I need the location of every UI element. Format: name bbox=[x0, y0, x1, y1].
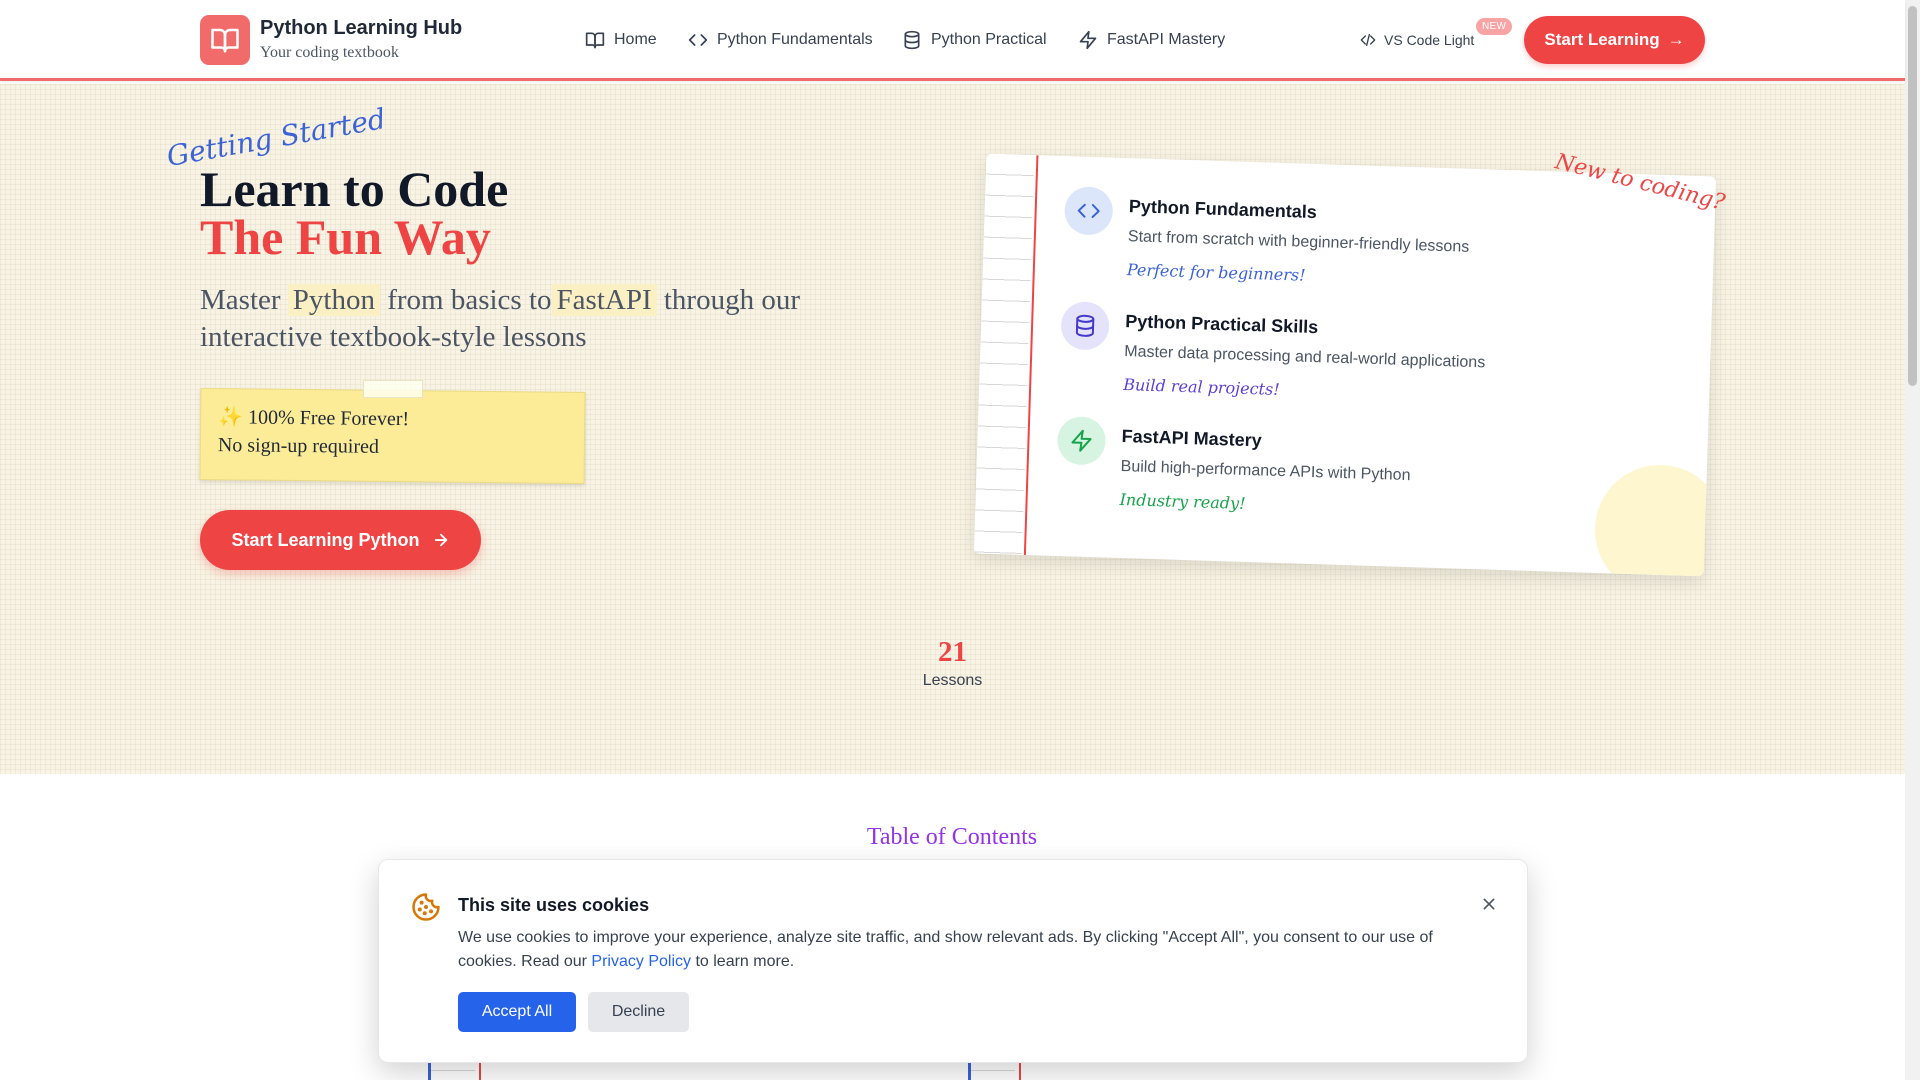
track-tag: Build real projects! bbox=[1122, 375, 1280, 399]
lessons-label: Lessons bbox=[922, 672, 983, 689]
brand-title[interactable]: Python Learning Hub bbox=[260, 17, 462, 40]
subtitle-text: Master bbox=[200, 284, 281, 316]
start-learning-python-label: Start Learning Python bbox=[231, 529, 420, 550]
theme-toggle[interactable]: VS Code Light bbox=[1360, 30, 1474, 50]
start-learning-label: Start Learning bbox=[1544, 30, 1660, 49]
nav-python-practical-label: Python Practical bbox=[931, 31, 1047, 48]
nav-fastapi-mastery-label: FastAPI Mastery bbox=[1107, 31, 1226, 48]
hero-subtitle: Master Python from basics to FastAPI thro… bbox=[200, 282, 860, 356]
lightning-icon bbox=[1079, 30, 1097, 50]
arrow-right-icon: → bbox=[1667, 30, 1685, 49]
brand-subtitle: Your coding textbook bbox=[260, 44, 399, 61]
nav-home[interactable]: Home bbox=[585, 28, 657, 52]
track-description: Build high-performance APIs with Python bbox=[1120, 458, 1411, 485]
cookie-title: This site uses cookies bbox=[458, 895, 650, 915]
tracks-notebook-card: Python Fundamentals Start from scratch w… bbox=[973, 153, 1717, 577]
sticky-line-signup: No sign-up required bbox=[217, 434, 380, 458]
hero-title-accent: The Fun Way bbox=[200, 209, 491, 265]
lessons-count: 21 bbox=[938, 636, 967, 668]
cookie-message: We use cookies to improve your experienc… bbox=[458, 926, 1468, 974]
nav-python-practical[interactable]: Python Practical bbox=[902, 28, 1047, 52]
track-description: Start from scratch with beginner-friendl… bbox=[1127, 228, 1470, 256]
toc-title: Table of Contents bbox=[866, 824, 1038, 850]
track-tag: Perfect for beginners! bbox=[1126, 260, 1306, 285]
track-title: Python Practical Skills bbox=[1124, 311, 1319, 338]
track-title: FastAPI Mastery bbox=[1121, 426, 1262, 451]
code-icon bbox=[1360, 34, 1376, 46]
book-icon bbox=[585, 32, 605, 49]
accept-all-button[interactable]: Accept All bbox=[458, 992, 576, 1032]
new-badge: NEW bbox=[1476, 18, 1513, 35]
track-python-practical[interactable]: Python Practical Skills Master data proc… bbox=[1059, 301, 1662, 420]
start-learning-button[interactable]: Start Learning → bbox=[1524, 16, 1705, 64]
tape-decoration bbox=[363, 380, 423, 398]
scrollbar-thumb[interactable] bbox=[1908, 6, 1917, 386]
open-book-icon[interactable] bbox=[200, 15, 250, 65]
track-description: Master data processing and real-world ap… bbox=[1124, 343, 1486, 372]
track-title: Python Fundamentals bbox=[1128, 196, 1318, 223]
cookie-icon bbox=[411, 892, 441, 922]
code-icon bbox=[688, 34, 708, 46]
track-python-fundamentals[interactable]: Python Fundamentals Start from scratch w… bbox=[1062, 186, 1665, 305]
cookie-text: to learn more. bbox=[695, 953, 795, 970]
theme-label: VS Code Light bbox=[1384, 32, 1475, 48]
subtitle-text: from basics to bbox=[387, 284, 552, 316]
free-sticky-note: ✨ 100% Free Forever! No sign-up required bbox=[199, 387, 586, 485]
sticky-line-free: ✨ 100% Free Forever! bbox=[218, 406, 410, 431]
highlight-python: Python bbox=[287, 284, 380, 316]
privacy-policy-link[interactable]: Privacy Policy bbox=[591, 953, 691, 970]
cookie-banner: This site uses cookies We use cookies to… bbox=[378, 859, 1528, 1063]
track-fastapi-mastery[interactable]: FastAPI Mastery Build high-performance A… bbox=[1055, 416, 1658, 535]
code-icon bbox=[1063, 186, 1114, 236]
nav-home-label: Home bbox=[614, 31, 657, 48]
decline-button[interactable]: Decline bbox=[588, 992, 689, 1032]
track-tag: Industry ready! bbox=[1119, 489, 1246, 513]
site-header: Python Learning Hub Your coding textbook… bbox=[0, 0, 1905, 81]
database-icon bbox=[1060, 301, 1110, 351]
nav-python-fundamentals[interactable]: Python Fundamentals bbox=[688, 28, 873, 52]
lightning-icon bbox=[1056, 416, 1107, 466]
highlight-fastapi: FastAPI bbox=[551, 284, 657, 316]
close-icon[interactable] bbox=[1477, 892, 1501, 916]
database-icon bbox=[904, 30, 920, 50]
arrow-right-icon bbox=[434, 533, 447, 547]
nav-python-fundamentals-label: Python Fundamentals bbox=[717, 31, 873, 48]
nav-fastapi-mastery[interactable]: FastAPI Mastery bbox=[1078, 28, 1225, 52]
start-learning-python-button[interactable]: Start Learning Python bbox=[200, 510, 481, 570]
